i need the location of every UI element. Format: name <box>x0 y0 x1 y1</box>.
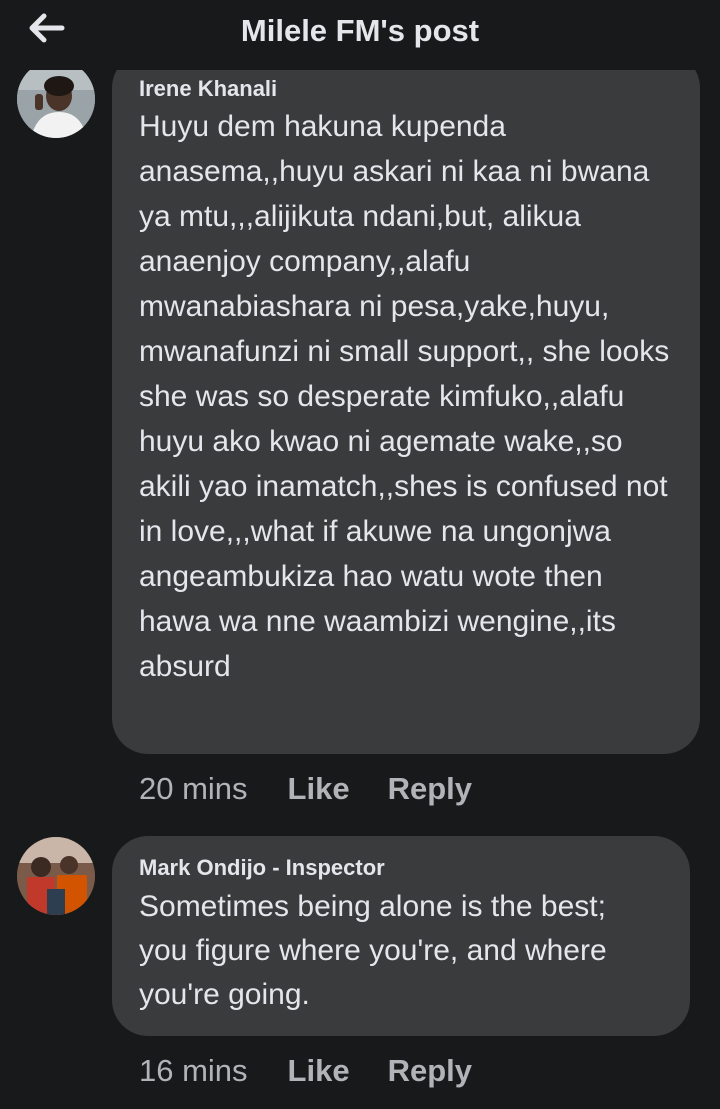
comment-text: Huyu dem hakuna kupenda anasema,,huyu as… <box>139 110 670 683</box>
comment-actions: 16 mins Like Reply <box>139 1053 510 1089</box>
comment-actions: 20 mins Like Reply <box>139 771 510 807</box>
top-bar: Milele FM's post <box>0 0 720 70</box>
page-title: Milele FM's post <box>240 13 480 48</box>
comment-bubble: Mark Ondijo - Inspector Sometimes being … <box>112 836 690 1036</box>
reply-button[interactable]: Reply <box>388 771 472 807</box>
comment-author[interactable]: Irene Khanali <box>139 76 672 102</box>
avatar-photo-icon <box>17 837 95 915</box>
avatar-photo-icon <box>17 60 95 138</box>
avatar-irene-khanali[interactable] <box>17 60 95 138</box>
like-button[interactable]: Like <box>288 1053 350 1089</box>
comment-bubble: Irene Khanali Huyu dem hakuna kupenda an… <box>112 52 700 754</box>
comment-timestamp: 16 mins <box>139 1053 248 1088</box>
comment-timestamp: 20 mins <box>139 771 248 806</box>
comment-author[interactable]: Mark Ondijo - Inspector <box>139 855 662 881</box>
like-button[interactable]: Like <box>288 771 350 807</box>
comment-text: Sometimes being alone is the best; you f… <box>139 890 607 1011</box>
reply-button[interactable]: Reply <box>388 1053 472 1089</box>
avatar-mark-ondijo[interactable] <box>17 837 95 915</box>
